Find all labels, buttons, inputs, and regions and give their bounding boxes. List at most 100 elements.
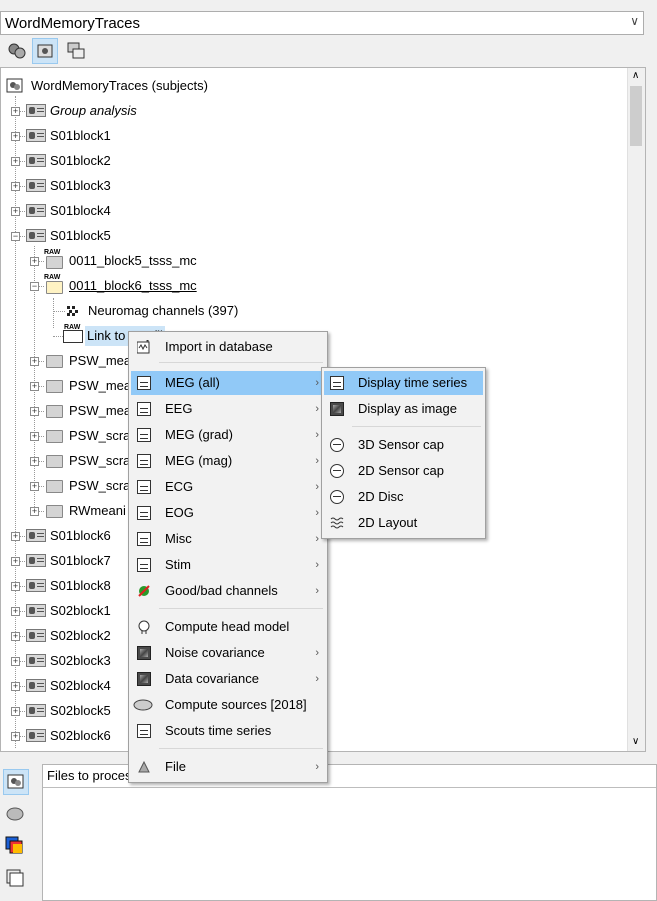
submenu-2d-disc[interactable]: 2D Disc [324,485,483,509]
menu-item-meg-all[interactable]: MEG (all) › [131,371,325,395]
chevron-right-icon: › [315,481,319,493]
files-to-process-panel[interactable]: Files to proces [42,764,657,901]
collapse-icon[interactable]: − [30,282,39,291]
tree-scrollbar[interactable]: ∧ ∨ [627,68,645,751]
chevron-right-icon: › [315,559,319,571]
scouts-icon [137,724,151,738]
menu-item-eog[interactable]: EOG › [131,501,325,525]
time-series-icon [137,428,151,442]
raw-tag: RAW [44,274,61,281]
expand-icon[interactable]: + [11,682,20,691]
protocol-title: WordMemoryTraces [5,15,141,32]
chevron-right-icon: › [315,403,319,415]
protocol-selector[interactable]: WordMemoryTraces ∨ [0,11,644,35]
folder-icon [46,405,63,418]
menu-item-data-cov[interactable]: Data covariance › [131,667,325,691]
menu-item-file[interactable]: File › [131,755,325,779]
subject-icon [26,529,46,542]
good-bad-icon [138,585,150,597]
file-icon [138,760,150,773]
submenu-2d-sensor-cap[interactable]: 2D Sensor cap [324,459,483,483]
chevron-right-icon: › [315,761,319,773]
menu-item-scouts[interactable]: Scouts time series [131,719,325,743]
collapse-icon[interactable]: − [11,232,20,241]
expand-icon[interactable]: + [11,657,20,666]
expand-icon[interactable]: + [11,707,20,716]
raw-link-icon [63,330,83,343]
folder-icon [46,505,63,518]
expand-icon[interactable]: + [11,557,20,566]
expand-icon[interactable]: + [30,507,39,516]
menu-item-head-model[interactable]: Compute head model [131,615,325,639]
subject-icon [26,129,46,142]
time-series-icon [137,454,151,468]
subjects-icon [6,78,23,93]
view-subjects-icon[interactable] [32,38,58,64]
process-stat-icon[interactable] [3,866,29,892]
expand-icon[interactable]: + [11,182,20,191]
process-timefreq-icon[interactable] [3,834,29,860]
expand-icon[interactable]: + [30,357,39,366]
subject-icon [26,154,46,167]
expand-icon[interactable]: + [30,457,39,466]
expand-icon[interactable]: + [11,532,20,541]
submenu-display-as-image[interactable]: Display as image [324,397,483,421]
menu-item-compute-sources[interactable]: Compute sources [2018] [131,693,325,717]
chevron-right-icon: › [315,673,319,685]
expand-icon[interactable]: + [11,107,20,116]
expand-icon[interactable]: + [30,257,39,266]
covariance-icon [137,646,151,660]
chevron-right-icon: › [315,507,319,519]
files-panel-label: Files to proces [47,768,132,783]
subject-icon [26,229,46,242]
expand-icon[interactable]: + [11,582,20,591]
submenu-display-time-series[interactable]: Display time series [324,371,483,395]
expand-icon[interactable]: + [11,132,20,141]
process-files-icon[interactable] [3,769,29,795]
time-series-icon [137,506,151,520]
menu-item-ecg[interactable]: ECG › [131,475,325,499]
subject-icon [26,604,46,617]
chevron-right-icon: › [315,533,319,545]
context-menu: * Import in database MEG (all) › EEG › M… [128,331,328,783]
menu-item-meg-grad[interactable]: MEG (grad) › [131,423,325,447]
head-icon [138,620,150,634]
menu-item-misc[interactable]: Misc › [131,527,325,551]
chevron-right-icon: › [315,455,319,467]
submenu-3d-sensor-cap[interactable]: 3D Sensor cap [324,433,483,457]
chevron-down-icon[interactable]: ∨ [630,14,639,28]
view-functional-icon[interactable] [4,38,30,64]
time-series-icon [330,376,344,390]
process-sources-icon[interactable] [3,802,29,828]
menu-item-good-bad-channels[interactable]: Good/bad channels › [131,579,325,603]
time-series-icon [137,376,151,390]
expand-icon[interactable]: + [11,157,20,166]
menu-item-stim[interactable]: Stim › [131,553,325,577]
time-series-icon [137,402,151,416]
scroll-thumb[interactable] [630,86,642,146]
expand-icon[interactable]: + [30,432,39,441]
menu-item-import[interactable]: * Import in database [131,335,325,359]
view-anatomy-icon[interactable] [63,38,89,64]
sources-icon [133,699,153,711]
sensor-cap-icon [330,438,344,452]
expand-icon[interactable]: + [11,632,20,641]
expand-icon[interactable]: + [30,407,39,416]
expand-icon[interactable]: + [11,732,20,741]
menu-item-noise-cov[interactable]: Noise covariance › [131,641,325,665]
submenu-2d-layout[interactable]: 2D Layout [324,511,483,535]
expand-icon[interactable]: + [11,207,20,216]
raw-file-open-icon [46,281,63,294]
scroll-up-icon[interactable]: ∧ [632,70,639,81]
disc-icon [330,490,344,504]
expand-icon[interactable]: + [30,382,39,391]
expand-icon[interactable]: + [11,607,20,616]
tree-root-label: WordMemoryTraces (subjects) [31,78,208,93]
scroll-down-icon[interactable]: ∨ [632,736,639,747]
subject-icon [26,554,46,567]
expand-icon[interactable]: + [30,482,39,491]
layout-icon [330,517,344,529]
menu-item-eeg[interactable]: EEG › [131,397,325,421]
menu-item-meg-mag[interactable]: MEG (mag) › [131,449,325,473]
subject-icon [26,179,46,192]
